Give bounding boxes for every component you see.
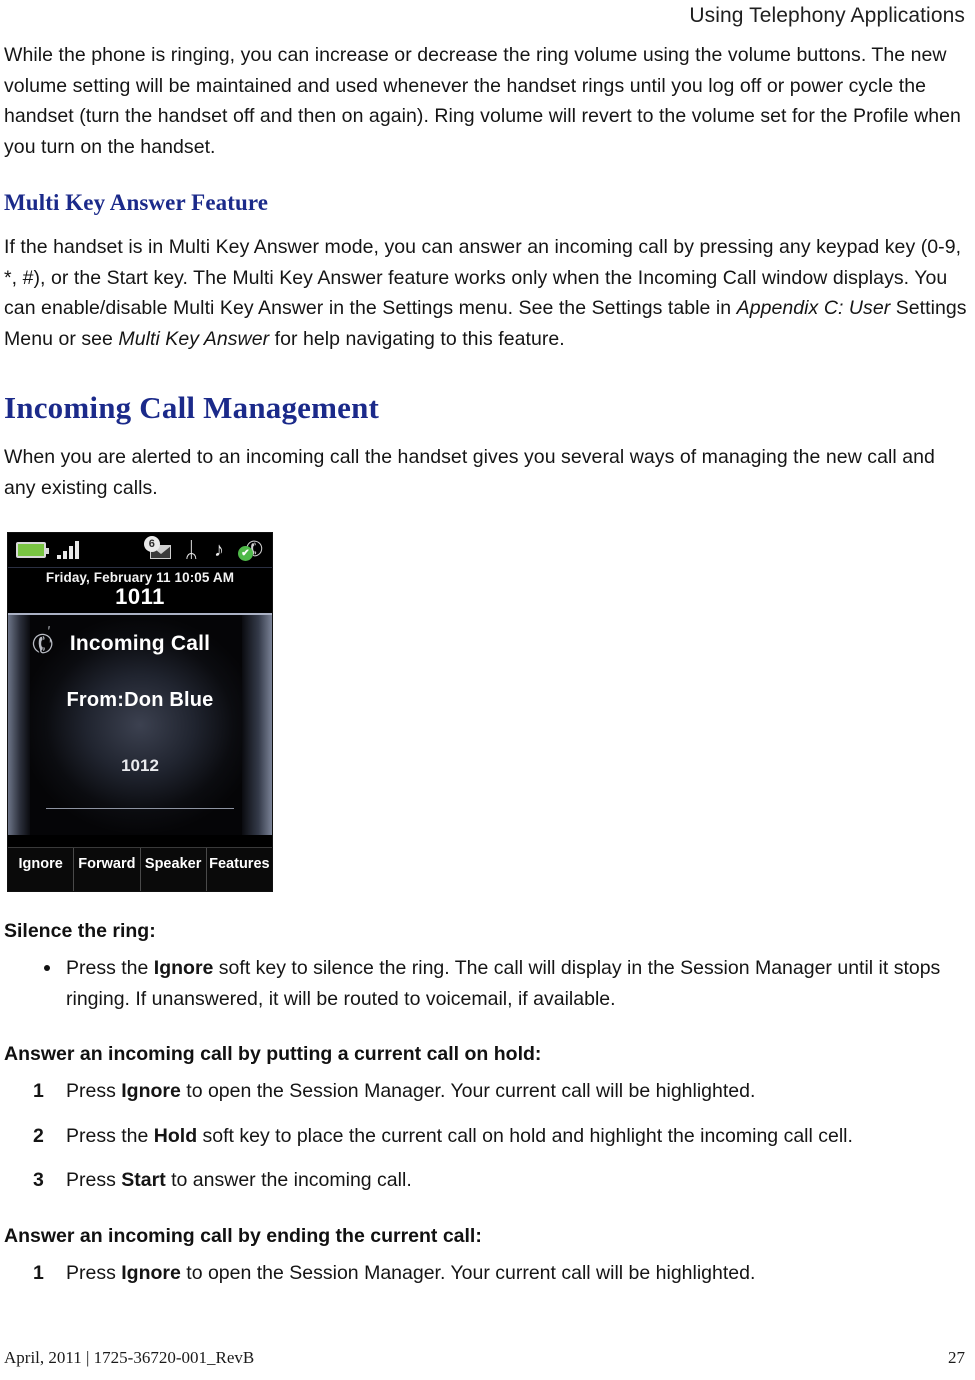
bullet-text-pre: Press the xyxy=(66,957,154,979)
multi-key-text-3: for help navigating to this feature. xyxy=(269,327,565,350)
step-number: 1 xyxy=(33,1261,44,1284)
phone-softkey-bar: Ignore Forward Speaker Features xyxy=(8,847,272,891)
step-text-bold: Ignore xyxy=(121,1261,181,1284)
step-text-post: to open the Session Manager. Your curren… xyxy=(180,1080,756,1102)
hold-step-list: 1 Press Ignore to open the Session Manage… xyxy=(4,1076,967,1196)
list-item: 2 Press the Hold soft key to place the cu… xyxy=(4,1121,967,1152)
running-header: Using Telephony Applications xyxy=(689,4,965,27)
incoming-call-window: ✆ ′′ Incoming Call From:Don Blue 1012 xyxy=(8,613,272,835)
step-text-pre: Press xyxy=(66,1080,122,1102)
heading-multi-key-answer-feature: Multi Key Answer Feature xyxy=(4,190,269,215)
bullet-dot-icon xyxy=(44,965,50,971)
step-text-post: to answer the incoming call. xyxy=(165,1169,412,1191)
step-text-post: to open the Session Manager. Your curren… xyxy=(180,1261,756,1284)
battery-icon xyxy=(16,542,49,558)
phone-screenshot-figure: 6 ᛦ ♪ ✆ ✔ Friday, February 11 10:05 AM 1… xyxy=(8,533,272,891)
heading-incoming-call-management: Incoming Call Management xyxy=(4,390,380,425)
phone-status-bar: 6 ᛦ ♪ ✆ ✔ xyxy=(8,533,272,567)
step-number: 3 xyxy=(33,1169,44,1191)
step-number: 1 xyxy=(33,1080,44,1102)
incoming-caller-number: 1012 xyxy=(121,756,159,775)
phone-date-time: Friday, February 11 10:05 AM xyxy=(45,570,235,585)
list-item: 1 Press Ignore to open the Session Manage… xyxy=(4,1258,967,1289)
softkey-ignore[interactable]: Ignore xyxy=(8,848,75,891)
footer-doc-id: April, 2011 | 1725-36720-001_RevB xyxy=(4,1348,255,1367)
document-page: Using Telephony Applications While the p… xyxy=(0,0,975,1380)
signal-bars-icon xyxy=(57,541,79,559)
step-text-bold: Hold xyxy=(153,1124,198,1147)
step-text-bold: Ignore xyxy=(121,1080,181,1102)
step-number: 2 xyxy=(33,1124,44,1147)
incoming-call-from: From:Don Blue xyxy=(66,689,214,711)
footer-page-number: 27 xyxy=(948,1348,965,1367)
intro-paragraph: While the phone is ringing, you can incr… xyxy=(4,44,961,158)
step-text-pre: Press xyxy=(66,1169,122,1191)
heading-answer-by-ending: Answer an incoming call by ending the cu… xyxy=(4,1224,482,1247)
heading-silence-the-ring: Silence the ring: xyxy=(4,920,156,942)
list-item: 1 Press Ignore to open the Session Manage… xyxy=(4,1076,967,1107)
silence-bullet-list: Press the Ignore soft key to silence the… xyxy=(4,953,967,1014)
step-text-bold: Start xyxy=(121,1169,166,1191)
phone-date-bar: Friday, February 11 10:05 AM 1011 xyxy=(8,567,272,613)
phone-extension: 1011 xyxy=(115,584,165,609)
bluetooth-icon: ᛦ xyxy=(184,537,198,562)
music-note-icon: ♪ xyxy=(214,539,224,561)
voicemail-envelope-icon: 6 xyxy=(143,536,173,561)
call-divider xyxy=(46,808,234,809)
incoming-call-title: Incoming Call xyxy=(69,632,211,655)
softkey-forward[interactable]: Forward xyxy=(74,848,141,891)
step-text-pre: Press the xyxy=(66,1124,154,1147)
softkey-speaker[interactable]: Speaker xyxy=(141,848,207,891)
heading-answer-by-hold: Answer an incoming call by putting a cur… xyxy=(4,1043,542,1065)
voicemail-count-badge: 6 xyxy=(143,536,160,552)
step-text-post: soft key to place the current call on ho… xyxy=(197,1124,853,1147)
step-text-pre: Press xyxy=(66,1261,122,1284)
list-item: Press the Ignore soft key to silence the… xyxy=(4,953,967,1014)
softkey-features[interactable]: Features xyxy=(207,848,272,891)
handset-active-icon: ✆ ✔ xyxy=(238,535,268,564)
bullet-text-bold: Ignore xyxy=(153,957,214,979)
page-footer: April, 2011 | 1725-36720-001_RevB 27 xyxy=(4,1348,965,1368)
check-glyph: ✔ xyxy=(238,546,253,561)
list-item: 3 Press Start to answer the incoming call… xyxy=(4,1165,967,1196)
end-step-list: 1 Press Ignore to open the Session Manage… xyxy=(4,1258,967,1289)
multi-key-paragraph: If the handset is in Multi Key Answer mo… xyxy=(4,232,967,354)
incoming-call-paragraph: When you are alerted to an incoming call… xyxy=(4,446,935,499)
multi-key-italic-ref-1: Appendix C: User xyxy=(736,297,891,319)
multi-key-italic-ref-2: Multi Key Answer xyxy=(118,327,270,350)
